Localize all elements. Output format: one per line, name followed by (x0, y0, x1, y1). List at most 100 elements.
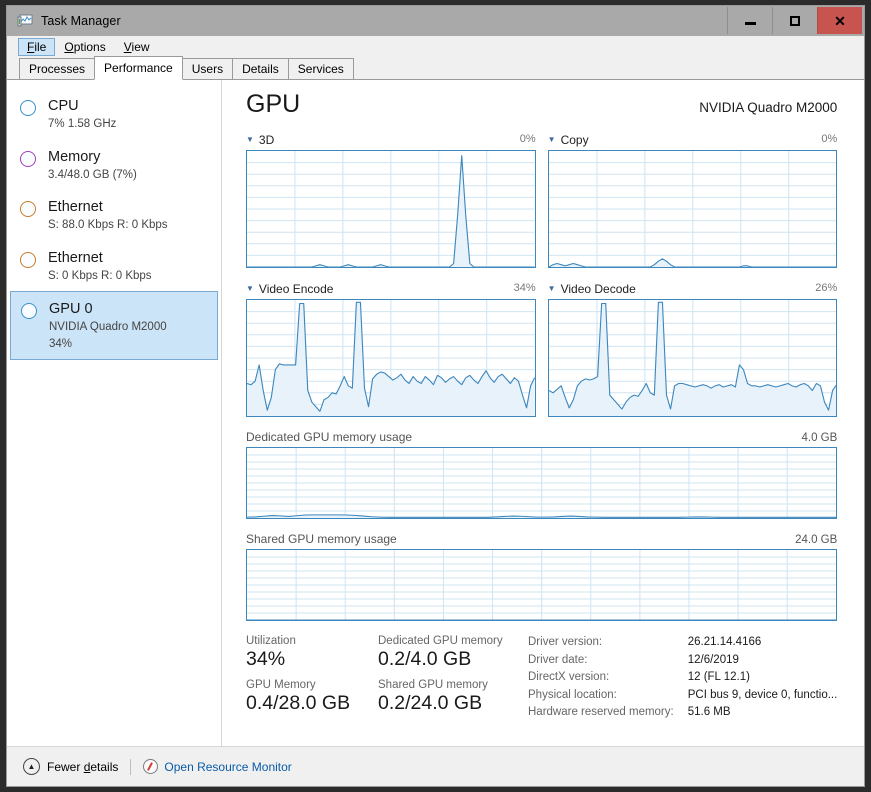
shared-memory-max: 24.0 GB (795, 534, 838, 546)
menu-label-file: ile (34, 40, 47, 54)
driver-value-version: 26.21.14.4166 (687, 636, 762, 648)
chevron-down-icon[interactable]: ▼ (548, 136, 556, 144)
ethernet-indicator-icon (20, 201, 36, 217)
driver-info-table: Driver version: 26.21.14.4166 Driver dat… (528, 635, 837, 723)
dedicated-memory-section: Dedicated GPU memory usage 4.0 GB (246, 430, 838, 519)
task-manager-window: Task Manager ✕ File Options View Process… (6, 5, 865, 787)
engine-percent-video-decode: 26% (815, 282, 838, 294)
sidebar-sub-gpu-percent: 34% (49, 337, 73, 350)
fewer-details-button[interactable]: ▲ Fewer details (23, 758, 118, 775)
content-area: CPU 7% 1.58 GHz Memory 3.4/48.0 GB (7%) … (7, 80, 864, 746)
stat-value-utilization: 34% (246, 648, 286, 670)
sidebar-label-ethernet-2: Ethernet (48, 249, 103, 266)
graph-3d (246, 150, 536, 268)
status-bar: ▲ Fewer details Open Resource Monitor (7, 746, 864, 786)
menu-label-options: ptions (73, 40, 106, 54)
tab-processes[interactable]: Processes (19, 58, 96, 80)
window-controls: ✕ (727, 7, 862, 34)
shared-memory-label: Shared GPU memory usage (246, 532, 397, 546)
driver-value-directx: 12 (FL 12.1) (687, 671, 750, 684)
sidebar-label-cpu: CPU (48, 98, 79, 114)
tab-users[interactable]: Users (181, 58, 234, 80)
chevron-down-icon[interactable]: ▼ (548, 285, 556, 293)
stat-value-gpu-memory: 0.4/28.0 GB (246, 692, 351, 714)
dedicated-memory-label: Dedicated GPU memory usage (246, 430, 413, 444)
tab-services[interactable]: Services (287, 58, 354, 80)
close-icon: ✕ (834, 12, 846, 29)
menu-item-options[interactable]: Options (55, 38, 114, 56)
sidebar-item-ethernet-2[interactable]: Ethernet S: 0 Kbps R: 0 Kbps (10, 241, 218, 292)
tab-strip: Processes Performance Users Details Serv… (7, 56, 864, 80)
driver-key-directx: DirectX version: (528, 671, 610, 684)
shared-memory-section: Shared GPU memory usage 24.0 GB (246, 532, 838, 621)
sidebar-item-cpu[interactable]: CPU 7% 1.58 GHz (10, 89, 218, 140)
engine-label-video-decode: Video Decode (560, 282, 636, 296)
stat-label-utilization: Utilization (246, 635, 296, 647)
sidebar-sub-gpu-model: NVIDIA Quadro M2000 (49, 321, 167, 334)
sidebar-sub-memory: 3.4/48.0 GB (7%) (48, 168, 137, 181)
chevron-down-icon[interactable]: ▼ (246, 285, 254, 293)
panel-header: GPU NVIDIA Quadro M2000 (246, 90, 837, 119)
stat-value-shared-memory: 0.2/24.0 GB (378, 692, 483, 714)
engine-label-copy: Copy (560, 133, 589, 147)
engine-percent-copy: 0% (821, 133, 838, 145)
maximize-icon (790, 15, 800, 26)
driver-key-reserved-memory: Hardware reserved memory: (528, 706, 674, 719)
engine-chart-copy: ▼ Copy 0% (547, 133, 838, 268)
graph-dedicated-memory (246, 447, 838, 519)
minimize-button[interactable] (727, 7, 772, 34)
sidebar-sub-ethernet-1: S: 88.0 Kbps R: 0 Kbps (48, 219, 168, 232)
ethernet-indicator-icon (20, 251, 36, 268)
cpu-indicator-icon (20, 100, 36, 116)
stat-label-gpu-memory: GPU Memory (246, 679, 316, 691)
sidebar-label-memory: Memory (48, 148, 101, 165)
sidebar-label-ethernet-1: Ethernet (48, 199, 103, 215)
memory-indicator-icon (20, 150, 36, 167)
sidebar-item-gpu-0[interactable]: GPU 0 NVIDIA Quadro M2000 34% (10, 291, 218, 360)
page-title: GPU (246, 90, 301, 118)
graph-video-encode (246, 299, 536, 417)
driver-value-physical-location: PCI bus 9, device 0, functio... (687, 688, 838, 701)
engine-chart-video-encode: ▼ Video Encode 34% (246, 282, 536, 417)
sidebar-item-ethernet-1[interactable]: Ethernet S: 88.0 Kbps R: 0 Kbps (10, 190, 218, 241)
engine-chart-row-1: ▼ 3D 0% ▼ Copy 0% (246, 133, 838, 268)
driver-value-date: 12/6/2019 (687, 653, 739, 666)
stats-panel: Utilization 34% GPU Memory 0.4/28.0 GB D… (246, 635, 837, 723)
table-row: Hardware reserved memory: 51.6 MB (528, 705, 837, 723)
gpu-detail-panel: GPU NVIDIA Quadro M2000 ▼ 3D 0% ▼ Copy 0… (222, 80, 866, 746)
tab-details[interactable]: Details (232, 58, 289, 80)
engine-label-video-encode: Video Encode (258, 282, 334, 296)
engine-chart-video-decode: ▼ Video Decode 26% (547, 282, 838, 417)
sidebar-sub-cpu: 7% 1.58 GHz (48, 118, 117, 131)
fewer-details-label: Fewer details (47, 759, 119, 774)
chevron-up-icon: ▲ (23, 758, 40, 775)
sidebar-sub-ethernet-2: S: 0 Kbps R: 0 Kbps (48, 269, 152, 282)
menu-item-file[interactable]: File (18, 38, 56, 56)
graph-video-decode (547, 299, 838, 417)
menu-item-view[interactable]: View (115, 38, 159, 56)
stat-block-middle: Dedicated GPU memory 0.2/4.0 GB Shared G… (378, 635, 518, 723)
driver-key-date: Driver date: (528, 653, 588, 666)
engine-percent-3d: 0% (519, 133, 536, 145)
stat-label-dedicated-memory: Dedicated GPU memory (378, 635, 503, 647)
driver-value-reserved-memory: 51.6 MB (687, 706, 731, 719)
engine-label-3d: 3D (258, 133, 275, 147)
tab-performance[interactable]: Performance (94, 56, 183, 80)
chevron-down-icon[interactable]: ▼ (246, 136, 254, 144)
sidebar-label-gpu-0: GPU 0 (49, 301, 93, 317)
menu-label-view: iew (131, 40, 150, 54)
gpu-indicator-icon (21, 303, 37, 319)
engine-percent-video-encode: 34% (513, 282, 536, 294)
table-row: DirectX version: 12 (FL 12.1) (528, 670, 837, 688)
sidebar-item-memory[interactable]: Memory 3.4/48.0 GB (7%) (10, 140, 218, 191)
stat-value-dedicated-memory: 0.2/4.0 GB (378, 648, 472, 670)
close-button[interactable]: ✕ (817, 7, 862, 34)
graph-copy (547, 150, 838, 268)
open-resource-monitor-link[interactable]: Open Resource Monitor (143, 759, 292, 774)
table-row: Driver version: 26.21.14.4166 (528, 635, 837, 653)
gpu-model-label: NVIDIA Quadro M2000 (699, 100, 838, 115)
open-resource-monitor-label: Open Resource Monitor (164, 759, 292, 774)
maximize-button[interactable] (772, 7, 817, 34)
engine-chart-3d: ▼ 3D 0% (246, 133, 536, 268)
window-title: Task Manager (41, 14, 121, 28)
